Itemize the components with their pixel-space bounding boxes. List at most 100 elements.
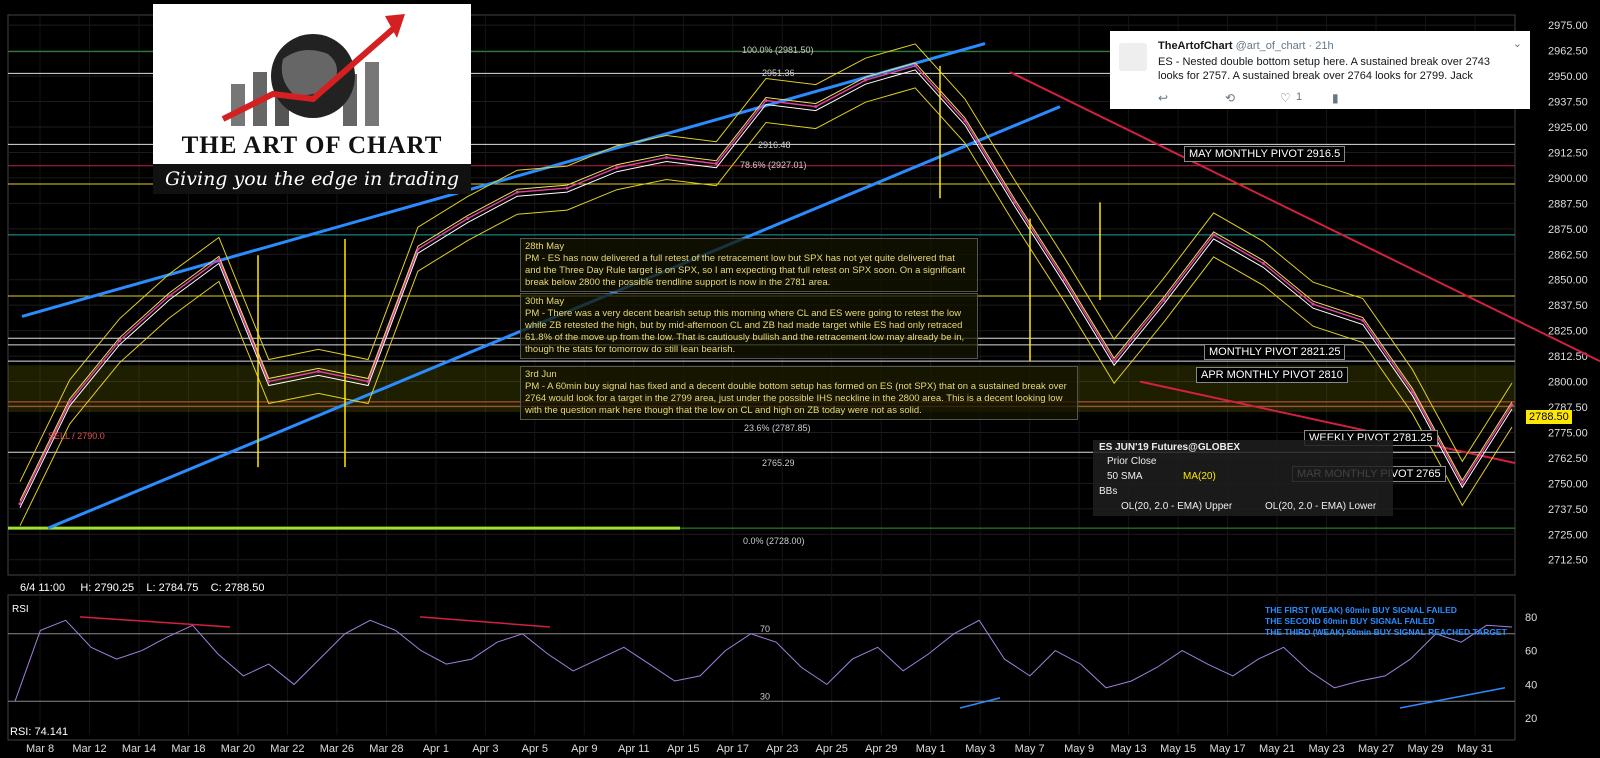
rsi-value: RSI: 74.141 — [10, 726, 69, 738]
price-point — [167, 294, 171, 298]
price-point — [1062, 278, 1066, 282]
x-tick-label: Apr 9 — [571, 743, 597, 755]
may-pivot-label: MAY MONTHLY PIVOT 2916.5 — [1184, 146, 1346, 162]
price-point — [1162, 298, 1166, 302]
legend-sma: 50 SMA — [1107, 471, 1143, 482]
x-tick-label: May 9 — [1064, 743, 1094, 755]
rsi-tick-label: 60 — [1525, 646, 1537, 658]
price-point — [764, 99, 768, 103]
y-tick-label: 2800.00 — [1548, 377, 1588, 389]
x-tick-label: May 31 — [1457, 743, 1493, 755]
x-tick-label: May 21 — [1259, 743, 1295, 755]
lvl2951-label: 2951.36 — [762, 68, 795, 78]
rsi-notes: THE FIRST (WEAK) 60min BUY SIGNAL FAILED… — [1265, 605, 1507, 638]
like-count: 1 — [1296, 91, 1303, 103]
price-point — [515, 190, 519, 194]
price-point — [615, 166, 619, 170]
price-point — [1013, 200, 1017, 204]
x-tick-label: Apr 11 — [618, 743, 650, 755]
current-price-tag: 2788.50 — [1526, 410, 1572, 424]
y-tick-label: 2850.00 — [1548, 275, 1588, 287]
price-point — [117, 339, 121, 343]
x-tick-label: Apr 17 — [717, 743, 749, 755]
note-28-may: 28th May PM - ES has now delivered a ful… — [520, 238, 978, 292]
rsi-note: THE SECOND 60min BUY SIGNAL FAILED — [1265, 616, 1435, 626]
avatar — [1119, 43, 1147, 71]
legend-prior-close: Prior Close — [1107, 456, 1157, 467]
fib0-label: 0.0% (2728.00) — [743, 536, 805, 546]
y-tick-label: 2875.00 — [1548, 224, 1588, 236]
y-tick-label: 2925.00 — [1548, 122, 1588, 134]
reply-icon[interactable]: ↩ — [1158, 91, 1168, 105]
y-tick-label: 2712.50 — [1548, 555, 1588, 567]
note-body: PM - A 60min buy signal has fixed and a … — [525, 381, 1067, 416]
rsi-note: THE THIRD (WEAK) 60min BUY SIGNAL REACHE… — [1265, 627, 1507, 637]
price-point — [1112, 359, 1116, 363]
x-tick-label: Mar 20 — [221, 743, 255, 755]
y-tick-label: 2912.50 — [1548, 147, 1588, 159]
tweet-card[interactable]: TheArtofChart @art_of_chart · 21h ES - N… — [1110, 31, 1530, 109]
price-point — [18, 502, 22, 506]
legend-upper: OL(20, 2.0 - EMA) Upper — [1121, 501, 1233, 512]
ohlc-date: 6/4 11:00 — [20, 582, 66, 594]
monthly-pivot-label: MONTHLY PIVOT 2821.25 — [1204, 344, 1346, 360]
y-tick-label: 2962.50 — [1548, 46, 1588, 58]
note-body: PM - ES has now delivered a full retest … — [525, 253, 966, 288]
note-30-may: 30th May PM - There was a very decent be… — [520, 293, 978, 359]
logo: THE ART OF CHART Giving you the edge in … — [153, 4, 471, 194]
sell-label: SELL / 2790.0 — [48, 431, 105, 441]
x-tick-label: Mar 8 — [26, 743, 54, 755]
x-tick-label: Mar 18 — [171, 743, 205, 755]
rsi-note: THE FIRST (WEAK) 60min BUY SIGNAL FAILED — [1265, 605, 1457, 615]
ohlc-close: C: 2788.50 — [210, 582, 265, 594]
legend-lower: OL(20, 2.0 - EMA) Lower — [1265, 501, 1377, 512]
x-tick-label: May 1 — [916, 743, 946, 755]
rsi-tick-label: 40 — [1525, 679, 1537, 691]
y-tick-label: 2725.00 — [1548, 529, 1588, 541]
logo-title: THE ART OF CHART — [181, 132, 443, 159]
retweet-icon[interactable]: ⟲ — [1225, 91, 1235, 105]
price-point — [217, 257, 221, 261]
tweet-body: ES - Nested double bottom setup here. A … — [1158, 56, 1491, 82]
price-point — [1261, 261, 1265, 265]
price-point — [1510, 403, 1514, 407]
y-tick-label: 2900.00 — [1548, 173, 1588, 185]
chevron-down-icon[interactable]: ⌄ — [1513, 37, 1522, 50]
price-point — [68, 400, 72, 404]
fib100-label: 100.0% (2981.50) — [742, 45, 814, 55]
y-tick-label: 2825.00 — [1548, 326, 1588, 338]
x-tick-label: May 13 — [1111, 743, 1147, 755]
heart-icon[interactable]: ♡ — [1280, 91, 1291, 105]
x-tick-label: May 3 — [965, 743, 995, 755]
y-tick-label: 2950.00 — [1548, 71, 1588, 83]
price-point — [863, 78, 867, 82]
rsi-70-label: 70 — [760, 624, 770, 634]
price-point — [814, 105, 818, 109]
rsi-tick-label: 80 — [1525, 612, 1537, 624]
y-tick-label: 2975.00 — [1548, 20, 1588, 32]
note-3-jun: 3rd Jun PM - A 60min buy signal has fixe… — [520, 366, 1078, 420]
tweet-name[interactable]: TheArtofChart — [1158, 40, 1233, 52]
note-head: 30th May — [525, 296, 565, 307]
y-tick-label: 2887.50 — [1548, 198, 1588, 210]
x-tick-label: May 29 — [1407, 743, 1443, 755]
logo-tagline: Giving you the edge in trading — [153, 164, 471, 194]
fib786-label: 78.6% (2927.01) — [740, 160, 807, 170]
x-tick-label: Mar 22 — [270, 743, 304, 755]
price-point — [565, 186, 569, 190]
ohlc-high: H: 2790.25 — [80, 582, 135, 594]
price-point — [466, 217, 470, 221]
x-tick-label: May 15 — [1160, 743, 1196, 755]
tweet-handle: @art_of_chart · 21h — [1235, 40, 1334, 52]
y-tick-label: 2937.50 — [1548, 97, 1588, 109]
globe-icon — [221, 14, 405, 126]
price-point — [267, 380, 271, 384]
legend-title: ES JUN'19 Futures@GLOBEX — [1099, 442, 1241, 453]
note-body: PM - There was a very decent bearish set… — [525, 308, 965, 355]
x-tick-label: May 7 — [1015, 743, 1045, 755]
price-point — [416, 247, 420, 251]
stats-icon[interactable]: ▮ — [1332, 91, 1339, 105]
legend-ma: MA(20) — [1183, 471, 1216, 482]
x-tick-label: Mar 12 — [72, 743, 106, 755]
x-tick-label: Mar 26 — [320, 743, 354, 755]
